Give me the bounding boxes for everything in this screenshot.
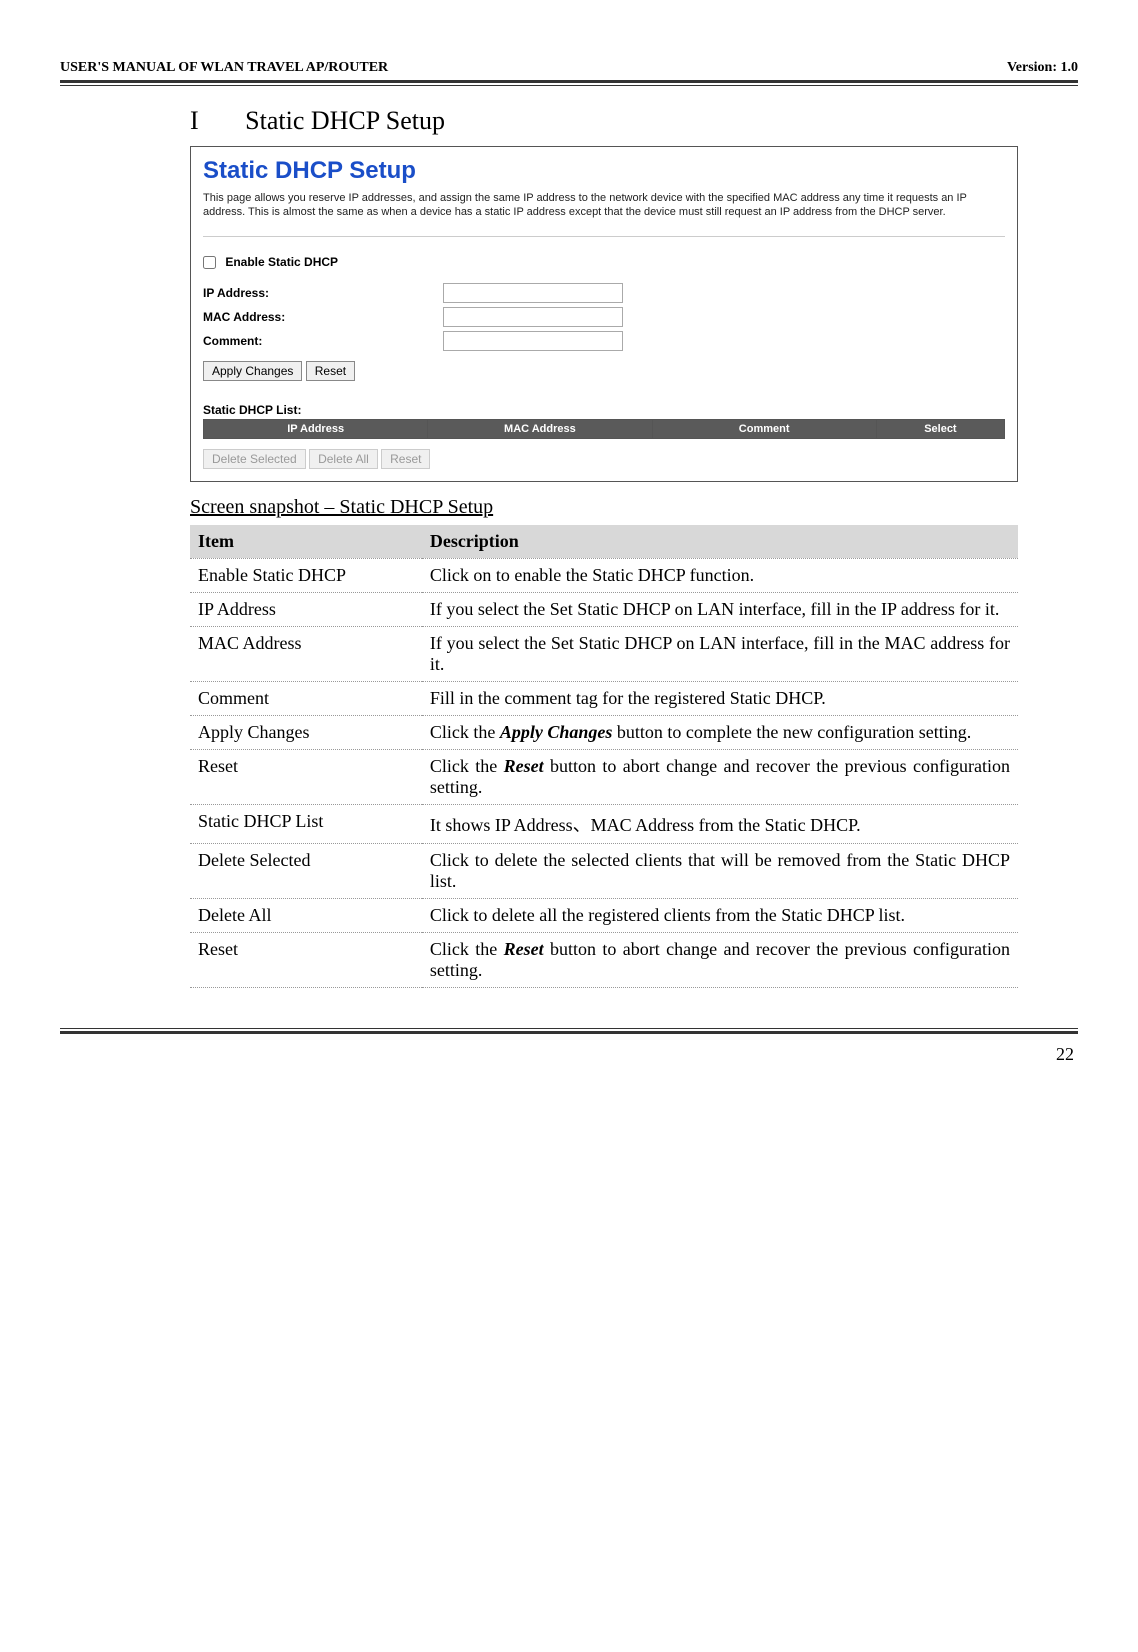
description-cell: Click on to enable the Static DHCP funct…: [422, 558, 1018, 592]
description-cell: It shows IP Address、MAC Address from the…: [422, 804, 1018, 843]
item-cell: Reset: [190, 749, 422, 804]
page-header: USER'S MANUAL OF WLAN TRAVEL AP/ROUTER V…: [60, 60, 1078, 76]
section-roman: I: [190, 106, 199, 135]
screenshot-description: This page allows you reserve IP addresse…: [203, 191, 1005, 220]
table-row: Delete SelectedClick to delete the selec…: [190, 843, 1018, 898]
description-cell: Click the Reset button to abort change a…: [422, 749, 1018, 804]
description-cell: Click to delete the selected clients tha…: [422, 843, 1018, 898]
table-row: IP AddressIf you select the Set Static D…: [190, 592, 1018, 626]
col-header-description: Description: [422, 525, 1018, 559]
mac-address-label: MAC Address:: [203, 310, 443, 324]
description-cell: If you select the Set Static DHCP on LAN…: [422, 592, 1018, 626]
table-row: MAC AddressIf you select the Set Static …: [190, 626, 1018, 681]
description-cell: Click to delete all the registered clien…: [422, 898, 1018, 932]
delete-all-button[interactable]: Delete All: [309, 449, 378, 469]
ip-address-input[interactable]: [443, 283, 623, 303]
col-header-item: Item: [190, 525, 422, 559]
delete-selected-button[interactable]: Delete Selected: [203, 449, 306, 469]
apply-changes-button[interactable]: Apply Changes: [203, 361, 302, 381]
item-cell: Delete Selected: [190, 843, 422, 898]
item-cell: Comment: [190, 681, 422, 715]
enable-static-dhcp-checkbox[interactable]: [203, 256, 216, 269]
ip-address-label: IP Address:: [203, 286, 443, 300]
table-row: Static DHCP ListIt shows IP Address、MAC …: [190, 804, 1018, 843]
section-heading: I Static DHCP Setup: [190, 106, 1018, 136]
col-comment: Comment: [652, 419, 876, 438]
section-title-text: Static DHCP Setup: [245, 106, 445, 135]
footer-divider: [60, 1028, 1078, 1034]
screenshot-divider: [203, 236, 1005, 237]
col-ip: IP Address: [204, 419, 428, 438]
item-cell: Apply Changes: [190, 715, 422, 749]
table-row: CommentFill in the comment tag for the r…: [190, 681, 1018, 715]
item-cell: MAC Address: [190, 626, 422, 681]
item-cell: Static DHCP List: [190, 804, 422, 843]
description-cell: Fill in the comment tag for the register…: [422, 681, 1018, 715]
header-divider: [60, 80, 1078, 86]
table-row: Enable Static DHCPClick on to enable the…: [190, 558, 1018, 592]
item-cell: IP Address: [190, 592, 422, 626]
item-cell: Reset: [190, 932, 422, 987]
reset-button[interactable]: Reset: [306, 361, 355, 381]
screenshot-panel: Static DHCP Setup This page allows you r…: [190, 146, 1018, 482]
table-row: ResetClick the Reset button to abort cha…: [190, 749, 1018, 804]
col-select: Select: [876, 419, 1004, 438]
table-row: ResetClick the Reset button to abort cha…: [190, 932, 1018, 987]
item-cell: Delete All: [190, 898, 422, 932]
description-cell: Click the Reset button to abort change a…: [422, 932, 1018, 987]
description-cell: If you select the Set Static DHCP on LAN…: [422, 626, 1018, 681]
table-row: Apply ChangesClick the Apply Changes but…: [190, 715, 1018, 749]
static-dhcp-list-table: IP Address MAC Address Comment Select: [203, 419, 1005, 439]
reset-list-button[interactable]: Reset: [381, 449, 430, 469]
col-mac: MAC Address: [428, 419, 652, 438]
page-number: 22: [60, 1044, 1078, 1065]
table-row: Delete AllClick to delete all the regist…: [190, 898, 1018, 932]
header-left: USER'S MANUAL OF WLAN TRAVEL AP/ROUTER: [60, 60, 388, 76]
description-table: Item Description Enable Static DHCPClick…: [190, 525, 1018, 988]
static-dhcp-list-title: Static DHCP List:: [203, 403, 1005, 417]
enable-static-dhcp-label: Enable Static DHCP: [225, 255, 338, 269]
screenshot-title: Static DHCP Setup: [203, 157, 1005, 185]
screenshot-caption: Screen snapshot – Static DHCP Setup: [190, 496, 1018, 519]
comment-label: Comment:: [203, 334, 443, 348]
comment-input[interactable]: [443, 331, 623, 351]
header-right: Version: 1.0: [1007, 60, 1078, 76]
description-cell: Click the Apply Changes button to comple…: [422, 715, 1018, 749]
mac-address-input[interactable]: [443, 307, 623, 327]
item-cell: Enable Static DHCP: [190, 558, 422, 592]
